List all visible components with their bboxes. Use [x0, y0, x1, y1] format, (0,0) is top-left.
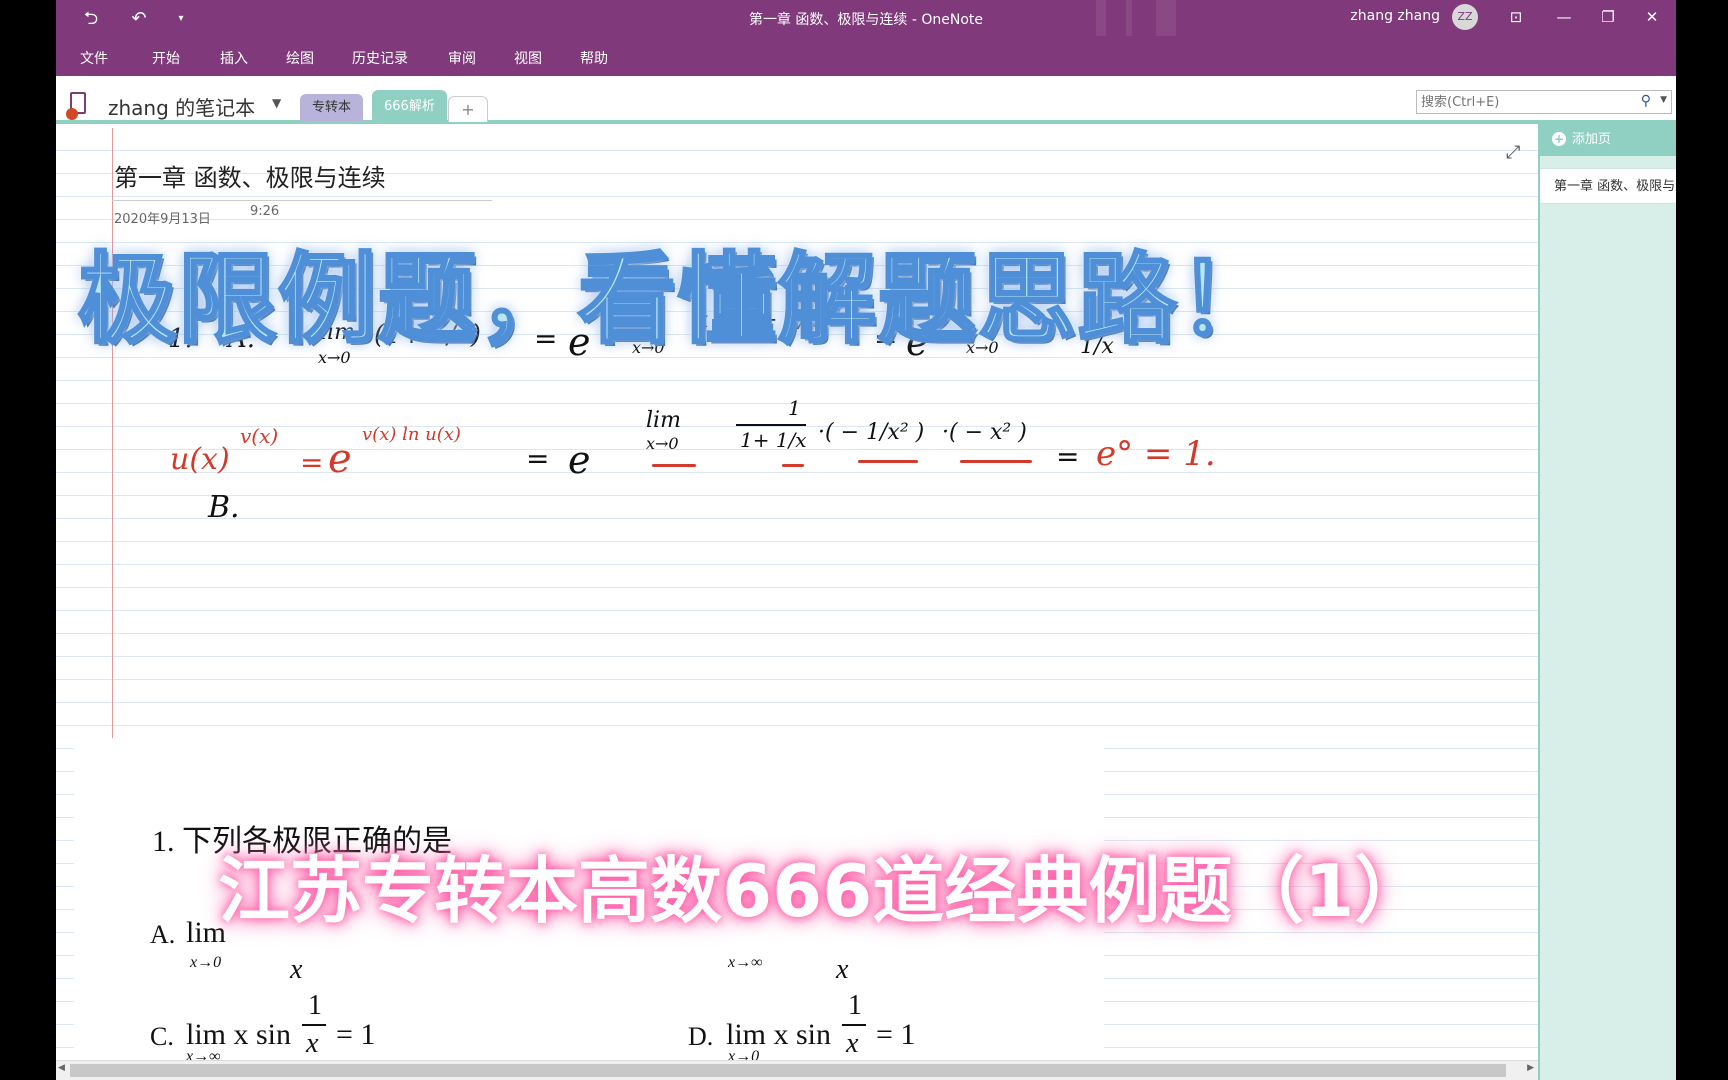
ribbon-menu: 文件 开始 插入 绘图 历史记录 审阅 视图 帮助 — [56, 36, 1676, 76]
ink-underline — [652, 464, 696, 467]
ink-u-of-x: u(x) — [170, 442, 230, 477]
minimize-icon[interactable]: — — [1546, 4, 1582, 30]
ink-lim: lim — [646, 408, 681, 433]
add-page-label: 添加页 — [1572, 132, 1612, 147]
option-d-numerator: 1 — [848, 990, 862, 1021]
ink-e: e — [328, 436, 352, 482]
ink-result: e° = 1. — [1096, 434, 1216, 474]
ink-v-of-x: v(x) — [240, 424, 279, 448]
ink-equals: = — [300, 446, 324, 479]
search-input[interactable] — [1417, 91, 1627, 114]
horizontal-scrollbar[interactable]: ◀ ▶ — [56, 1060, 1538, 1080]
scroll-right-icon[interactable]: ▶ — [1527, 1063, 1534, 1073]
option-b-denominator: x — [836, 954, 849, 985]
ink-factor-2: ·( − x² ) — [942, 420, 1027, 445]
option-d-fraction-bar — [842, 1024, 866, 1026]
option-c-fraction-bar — [302, 1024, 326, 1026]
section-tab-666[interactable]: 666解析 — [372, 90, 447, 124]
menu-view[interactable]: 视图 — [514, 48, 542, 68]
ink-underline — [960, 460, 1032, 463]
option-d-expression: lim x sin — [726, 1018, 832, 1051]
ink-lim-sub: x→0 — [646, 434, 679, 453]
title-rule — [112, 200, 492, 201]
option-c-expression: lim x sin — [186, 1018, 292, 1051]
option-d-rhs: = 1 — [876, 1018, 916, 1051]
scrollbar-thumb[interactable] — [70, 1064, 1506, 1077]
ink-equals: = — [526, 442, 550, 475]
ink-underline — [782, 464, 804, 467]
menu-insert[interactable]: 插入 — [220, 48, 248, 68]
option-a-denominator: x — [290, 954, 303, 985]
ink-factor-1: ·( − 1/x² ) — [818, 420, 925, 445]
menu-home[interactable]: 开始 — [152, 48, 180, 68]
ink-exponent-red: v(x) ln u(x) — [362, 424, 461, 445]
page-title[interactable]: 第一章 函数、极限与连续 — [114, 158, 386, 193]
onenote-window: ⮌ ↶ ▾ 第一章 函数、极限与连续 - OneNote zhang zhang… — [56, 0, 1676, 1080]
menu-draw[interactable]: 绘图 — [286, 48, 314, 68]
expand-icon[interactable]: ⤢ — [1506, 142, 1520, 163]
option-a-sub: x→0 — [190, 954, 222, 971]
scroll-left-icon[interactable]: ◀ — [58, 1063, 65, 1073]
option-d-label: D. — [688, 1022, 714, 1051]
ink-fraction-bar — [736, 424, 806, 426]
video-caption-bottom: 江苏专转本高数666道经典例题（1） — [218, 849, 1427, 933]
option-b-sub: x→∞ — [728, 954, 763, 971]
title-bar: ⮌ ↶ ▾ 第一章 函数、极限与连续 - OneNote zhang zhang… — [56, 0, 1676, 36]
ink-fraction-denominator: 1+ 1/x — [740, 428, 807, 452]
user-name[interactable]: zhang zhang — [1350, 8, 1440, 24]
option-c-numerator: 1 — [308, 990, 322, 1021]
notebook-bar: zhang 的笔记本 ▼ 专转本 666解析 + ⚲ ▼ — [56, 76, 1676, 124]
page-list-pane: + 添加页 第一章 函数、极限与连续 — [1538, 124, 1676, 1080]
restore-icon[interactable]: ❐ — [1590, 4, 1626, 30]
notebook-icon[interactable] — [66, 92, 86, 120]
search-box[interactable]: ⚲ ▼ — [1416, 90, 1672, 114]
section-tab-zhuanzhuanben[interactable]: 专转本 — [300, 94, 364, 122]
chevron-down-icon[interactable]: ▼ — [272, 96, 281, 110]
ribbon-display-icon[interactable]: ⊡ — [1498, 4, 1534, 30]
chevron-down-icon[interactable]: ▼ — [1660, 95, 1667, 105]
add-section-button[interactable]: + — [448, 96, 488, 122]
plus-icon: + — [1552, 132, 1566, 146]
ink-equals: = — [1056, 440, 1080, 473]
page-time: 9:26 — [250, 204, 280, 219]
menu-file[interactable]: 文件 — [80, 48, 108, 68]
ink-fraction-numerator: 1 — [788, 396, 801, 420]
close-icon[interactable]: ✕ — [1634, 4, 1670, 30]
menu-review[interactable]: 审阅 — [448, 48, 476, 68]
page-list-item[interactable]: 第一章 函数、极限与连续 — [1540, 168, 1676, 204]
avatar[interactable]: ZZ — [1452, 4, 1478, 30]
option-a-label: A. — [150, 920, 176, 949]
notebook-name[interactable]: zhang 的笔记本 — [108, 92, 255, 121]
add-page-button[interactable]: + 添加页 — [1540, 124, 1676, 156]
search-icon[interactable]: ⚲ — [1641, 93, 1651, 109]
ink-option-b: B. — [208, 490, 240, 525]
option-c-rhs: = 1 — [336, 1018, 376, 1051]
video-caption-top: 极限例题，看懂解题思路！ — [76, 242, 1279, 359]
menu-history[interactable]: 历史记录 — [352, 48, 408, 68]
ink-underline — [858, 460, 918, 463]
option-d-denominator: x — [846, 1028, 859, 1059]
ink-e: e — [568, 438, 591, 482]
option-c-denominator: x — [306, 1028, 319, 1059]
option-c-label: C. — [150, 1022, 174, 1051]
menu-help[interactable]: 帮助 — [580, 48, 608, 68]
